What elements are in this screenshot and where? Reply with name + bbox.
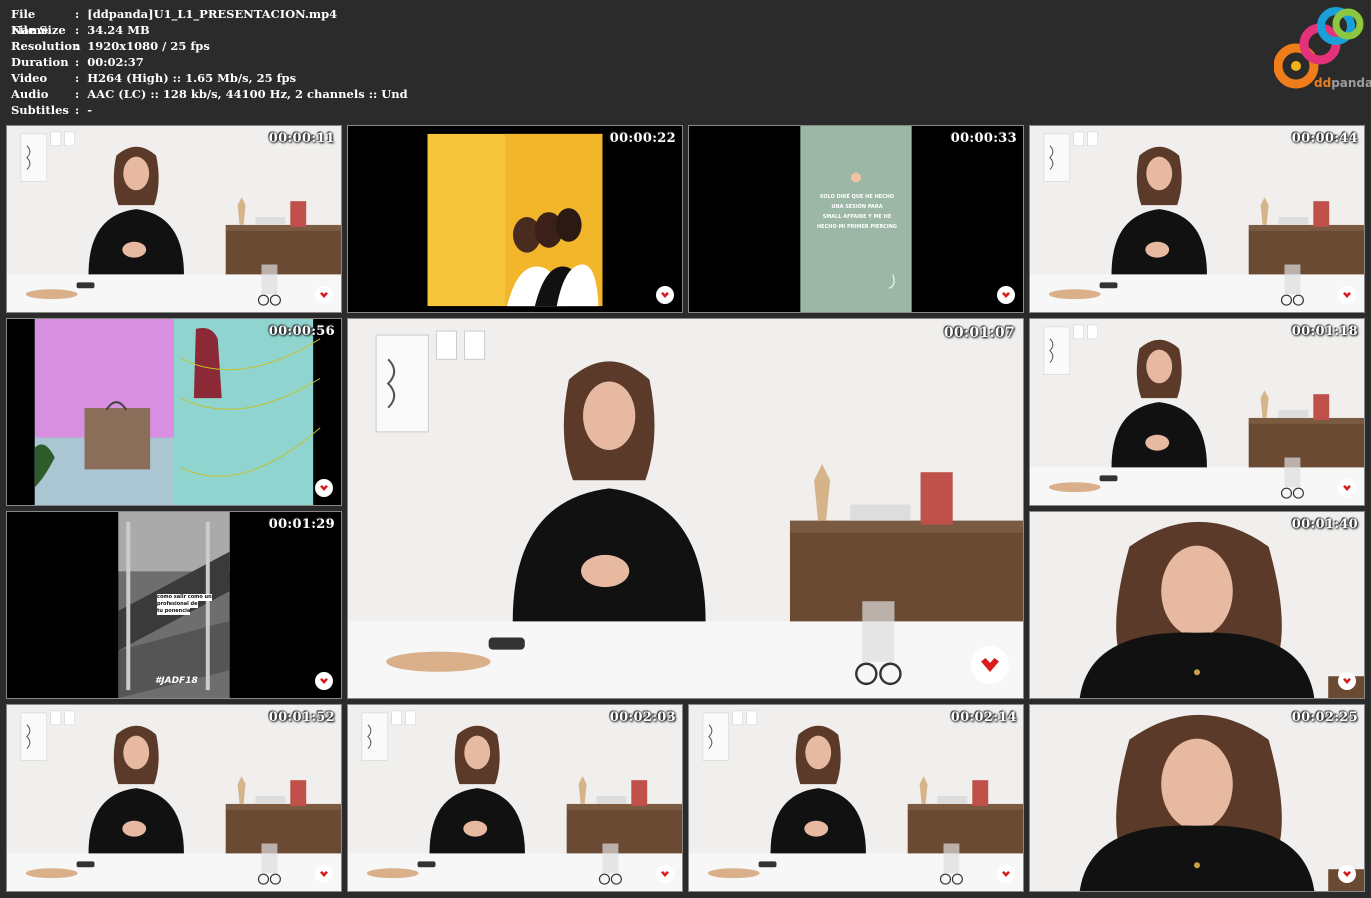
thumbnail-7[interactable]: cómo salir como un profesional de tu pon… bbox=[6, 511, 342, 699]
channel-badge-icon bbox=[1338, 865, 1356, 883]
escalator-caption: cómo salir como un profesional de tu pon… bbox=[157, 594, 212, 615]
timestamp: 00:00:22 bbox=[609, 131, 676, 146]
info-row-video: Video: H264 (High) :: 1.65 Mb/s, 25 fps bbox=[11, 71, 297, 85]
timestamp: 00:01:52 bbox=[268, 710, 335, 725]
thumbnail-3[interactable]: 00:00:44 bbox=[1029, 125, 1365, 313]
logo-text: ddpanda bbox=[1314, 76, 1371, 90]
channel-badge-icon bbox=[656, 865, 674, 883]
channel-badge-icon bbox=[997, 865, 1015, 883]
timestamp: 00:01:18 bbox=[1291, 324, 1358, 339]
channel-badge-icon bbox=[1338, 672, 1356, 690]
timestamp: 00:01:40 bbox=[1291, 517, 1358, 532]
channel-badge-icon bbox=[971, 646, 1009, 684]
presenter-frame bbox=[7, 705, 341, 891]
thumbnail-2[interactable]: SOLO DIRÉ QUE HE HECHO UNA SESIÓN PARA S… bbox=[688, 125, 1024, 313]
timestamp: 00:01:07 bbox=[943, 325, 1015, 341]
channel-badge-icon bbox=[315, 865, 333, 883]
timestamp: 00:00:44 bbox=[1291, 131, 1358, 146]
thumbnail-1[interactable]: 00:00:22 bbox=[347, 125, 683, 313]
presenter-frame bbox=[1030, 319, 1364, 505]
thumbnail-10[interactable]: 00:02:03 bbox=[347, 704, 683, 892]
thumbnail-8[interactable]: 00:01:40 bbox=[1029, 511, 1365, 699]
channel-badge-icon bbox=[656, 286, 674, 304]
presenter-frame bbox=[689, 705, 1023, 891]
presenter-close-frame bbox=[1030, 705, 1364, 891]
timestamp: 00:00:56 bbox=[268, 324, 335, 339]
timestamp: 00:01:29 bbox=[268, 517, 335, 532]
channel-badge-icon bbox=[315, 286, 333, 304]
timestamp: 00:02:14 bbox=[950, 710, 1017, 725]
file-info-panel: File Name: [ddpanda]U1_L1_PRESENTACION.m… bbox=[11, 6, 408, 118]
timestamp: 00:00:11 bbox=[268, 131, 335, 146]
hashtag-label: #JADF18 bbox=[155, 676, 198, 686]
thumbnail-4[interactable]: 00:00:56 bbox=[6, 318, 342, 506]
thumbnail-9[interactable]: 00:01:52 bbox=[6, 704, 342, 892]
green-card-text: SOLO DIRÉ QUE HE HECHO UNA SESIÓN PARA S… bbox=[817, 194, 897, 230]
info-row-subtitles: Subtitles: - bbox=[11, 103, 93, 117]
presenter-close-frame bbox=[1030, 512, 1364, 698]
info-row-duration: Duration: 00:02:37 bbox=[11, 55, 144, 69]
timestamp: 00:00:33 bbox=[950, 131, 1017, 146]
yellow-frame bbox=[348, 126, 682, 312]
channel-badge-icon bbox=[1338, 479, 1356, 497]
thumbnail-0[interactable]: 00:00:11 bbox=[6, 125, 342, 313]
info-row-file-name: File Name: [ddpanda]U1_L1_PRESENTACION.m… bbox=[11, 7, 338, 37]
channel-badge-icon bbox=[315, 672, 333, 690]
timestamp: 00:02:03 bbox=[609, 710, 676, 725]
presenter-frame bbox=[7, 126, 341, 312]
thumbnail-6[interactable]: 00:01:18 bbox=[1029, 318, 1365, 506]
info-row-audio: Audio: AAC (LC) :: 128 kb/s, 44100 Hz, 2… bbox=[11, 87, 408, 101]
bag-wall-frame bbox=[7, 319, 341, 505]
info-row-resolution: Resolution: 1920x1080 / 25 fps bbox=[11, 39, 210, 53]
timestamp: 00:02:25 bbox=[1291, 710, 1358, 725]
channel-badge-icon bbox=[997, 286, 1015, 304]
thumbnail-11[interactable]: 00:02:14 bbox=[688, 704, 1024, 892]
channel-badge-icon bbox=[1338, 286, 1356, 304]
channel-badge-icon bbox=[315, 479, 333, 497]
presenter-large-frame bbox=[348, 319, 1023, 698]
thumbnail-5[interactable]: 00:01:07 bbox=[347, 318, 1024, 699]
info-row-file-size: File Size: 34.24 MB bbox=[11, 23, 150, 37]
presenter-frame bbox=[1030, 126, 1364, 312]
presenter-frame bbox=[348, 705, 682, 891]
thumbnail-12[interactable]: 00:02:25 bbox=[1029, 704, 1365, 892]
